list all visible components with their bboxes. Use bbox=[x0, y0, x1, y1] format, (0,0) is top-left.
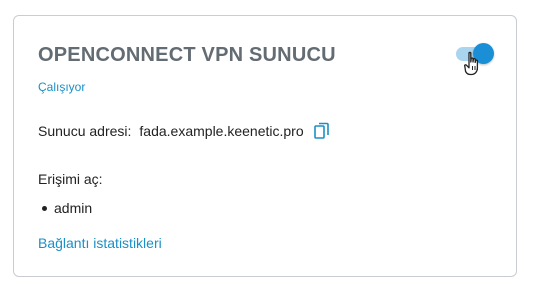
connection-statistics-link[interactable]: Bağlantı istatistikleri bbox=[38, 235, 162, 251]
list-item: admin bbox=[38, 200, 92, 216]
server-address-row: Sunucu adresi: fada.example.keenetic.pro bbox=[38, 122, 330, 140]
server-address-label: Sunucu adresi: bbox=[38, 123, 132, 139]
copy-icon[interactable] bbox=[313, 122, 330, 140]
status-text: Çalışıyor bbox=[38, 80, 86, 94]
bullet-icon bbox=[42, 205, 47, 211]
card-title: OPENCONNECT VPN SUNUCU bbox=[38, 44, 336, 66]
vpn-server-card: OPENCONNECT VPN SUNUCU Çalışıyor Sunucu … bbox=[13, 15, 517, 277]
hand-pointer-icon bbox=[463, 51, 485, 77]
access-label: Erişimi aç: bbox=[38, 171, 103, 187]
user-name: admin bbox=[54, 200, 93, 216]
server-address-value: fada.example.keenetic.pro bbox=[139, 123, 304, 139]
access-user-list: admin bbox=[38, 200, 92, 216]
